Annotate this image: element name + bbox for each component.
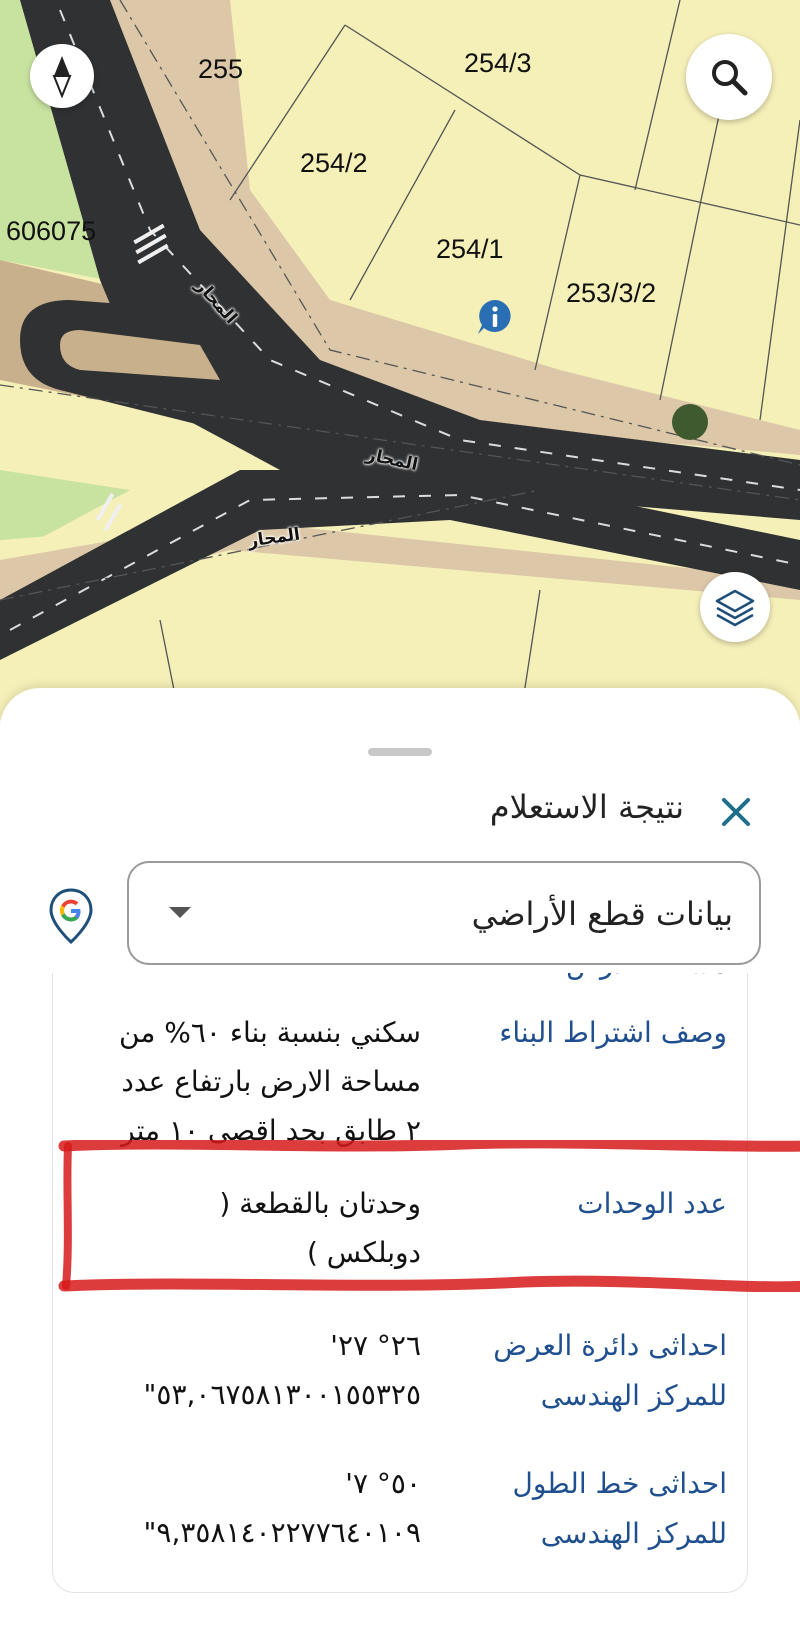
map-view[interactable]: 255 254/3 254/2 606075 254/1 253/3/2 الم… — [0, 0, 800, 720]
close-icon — [722, 798, 750, 826]
parcel-label-606075: 606075 — [6, 216, 97, 246]
compass-icon — [52, 56, 72, 98]
search-button[interactable] — [686, 34, 772, 120]
parcel-label-255: 255 — [198, 54, 244, 84]
drag-handle[interactable] — [368, 748, 432, 756]
row-label: وصف اشتراط البناء — [499, 1016, 727, 1049]
table-row: مساحة الأرض — [53, 973, 747, 980]
layer-select-value: بيانات قطع الأراضي — [471, 895, 733, 933]
parcel-label-254-3: 254/3 — [464, 48, 532, 78]
row-value: ٥٠° ٧' ٩,٣٥٨١٤٠٢٢٧٧٦٤٠١٠٩" — [143, 1467, 421, 1549]
layers-icon — [715, 589, 755, 627]
info-icon[interactable] — [476, 298, 514, 336]
result-sheet: نتيجة الاستعلام بيانات قطع الأراضي مساحة… — [0, 688, 800, 1636]
table-row: احداثى خط الطول للمركز الهندسى ٥٠° ٧' ٩,… — [53, 1459, 747, 1569]
parcel-label-253-3-2: 253/3/2 — [566, 278, 657, 308]
sheet-title: نتيجة الاستعلام — [489, 788, 684, 826]
row-label: مساحة الأرض — [437, 973, 727, 989]
parcel-label-254-1: 254/1 — [436, 234, 504, 264]
search-icon — [712, 60, 748, 96]
highlight-annotation — [58, 1140, 800, 1292]
chevron-down-icon — [169, 907, 191, 918]
compass-button[interactable] — [30, 44, 94, 108]
google-button[interactable] — [48, 888, 94, 945]
close-button[interactable] — [712, 788, 760, 836]
table-row: احداثى دائرة العرض للمركز الهندسى ٢٦° ٢٧… — [53, 1321, 747, 1431]
row-label: احداثى دائرة العرض للمركز الهندسى — [493, 1329, 727, 1412]
parcel-label-254-2: 254/2 — [300, 148, 368, 178]
row-label: احداثى خط الطول للمركز الهندسى — [512, 1467, 727, 1550]
row-value: سكني بنسبة بناء ٦٠% من مساحة الارض بارتف… — [119, 1016, 421, 1147]
google-icon — [49, 888, 93, 945]
layers-button[interactable] — [700, 572, 770, 642]
table-row: وصف اشتراط البناء سكني بنسبة بناء ٦٠% من… — [53, 1008, 747, 1158]
row-value: ٢٦° ٢٧' ٥٣,٠٦٧٥٨١٣٠٠١٥٥٣٢٥" — [143, 1329, 421, 1411]
map-canvas[interactable] — [0, 0, 800, 720]
layer-select-dropdown[interactable]: بيانات قطع الأراضي — [127, 861, 761, 965]
